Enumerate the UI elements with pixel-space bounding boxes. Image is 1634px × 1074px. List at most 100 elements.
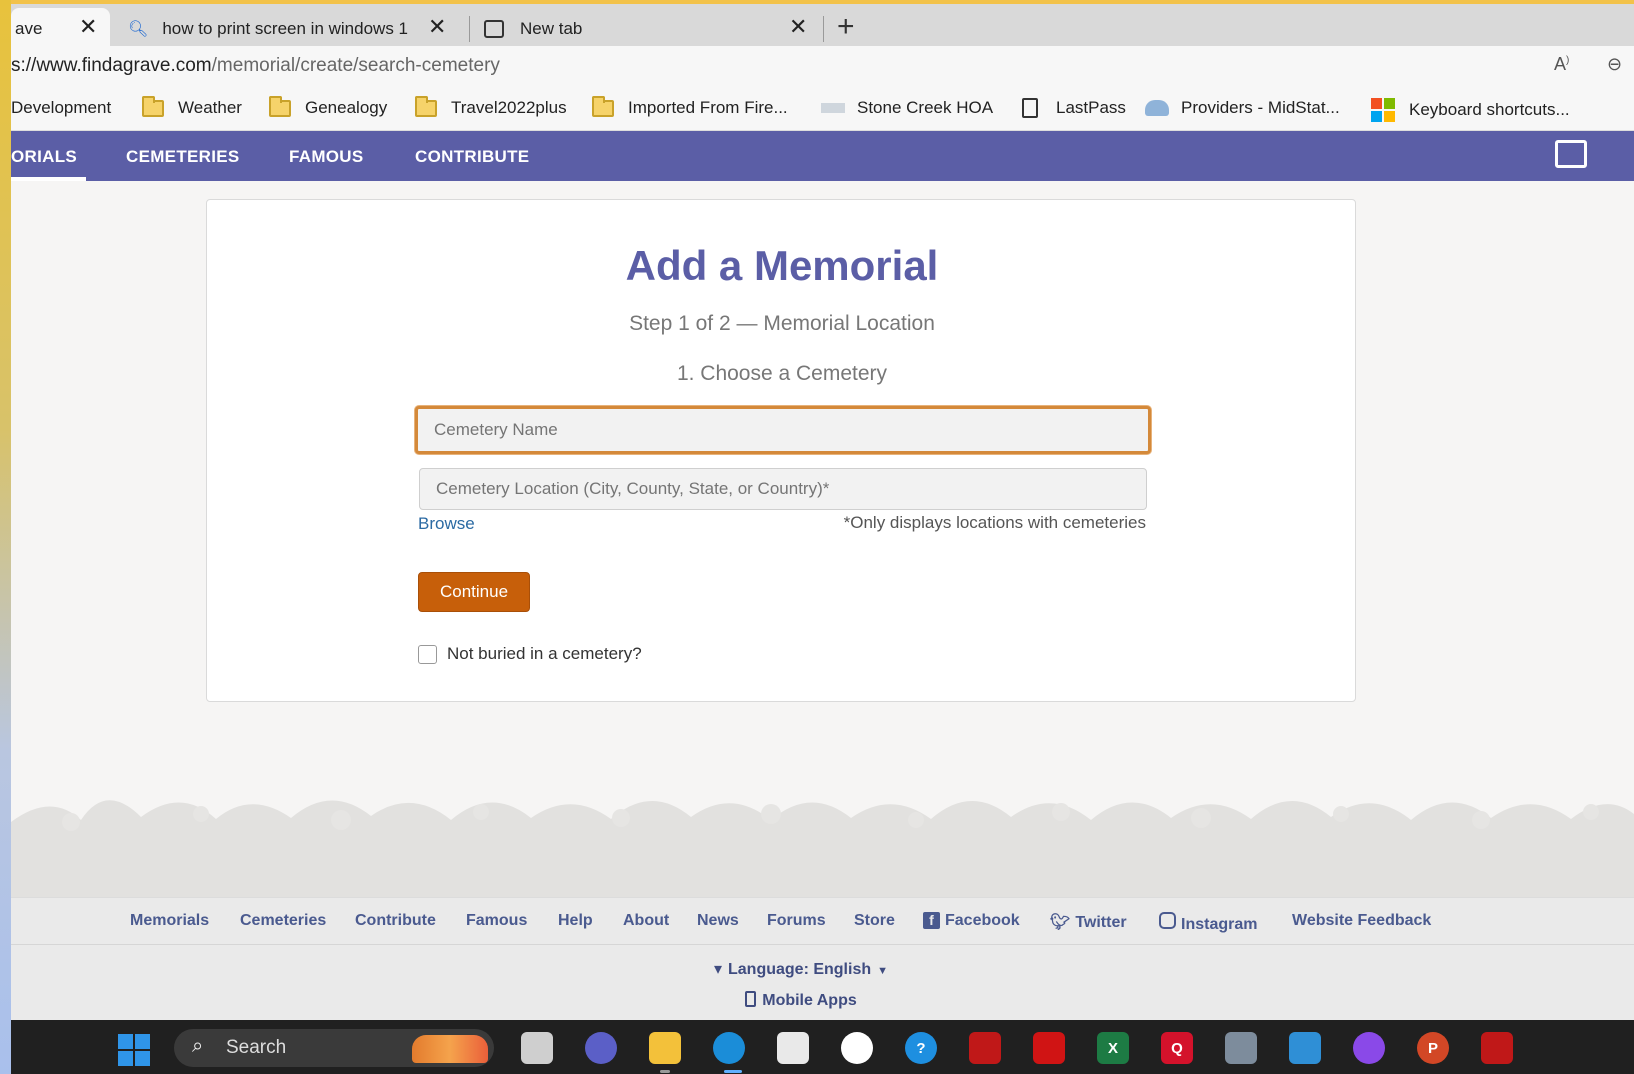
bookmark-label: Imported From Fire... [628,98,788,117]
excel-icon[interactable]: X [1097,1032,1129,1064]
bookmark-label: Stone Creek HOA [857,98,994,117]
footer-link-feedback[interactable]: Website Feedback [1292,912,1431,930]
footer-link-news[interactable]: News [697,912,739,930]
footer-link-memorials[interactable]: Memorials [130,912,209,930]
twitter-icon: 🐦︎ [1050,914,1071,931]
page-icon [1022,98,1038,118]
location-pin-icon: ▾ [713,961,722,978]
edge-browser-icon[interactable] [713,1032,745,1064]
footer-link-about[interactable]: About [623,912,669,930]
bookmark-keyboard-shortcuts[interactable]: Keyboard shortcuts... [1371,98,1570,122]
url-domain: s://www.findagrave.com [11,55,212,76]
teams-chat-icon[interactable] [585,1032,617,1064]
powerpoint-icon[interactable]: P [1417,1032,1449,1064]
url-text[interactable]: s://www.findagrave.com/memorial/create/s… [11,55,500,77]
newtab-page-icon [484,20,504,38]
cemetery-name-input[interactable] [415,406,1151,454]
bookmark-imported[interactable]: Imported From Fire... [592,95,788,118]
close-tab-icon[interactable]: ✕ [428,14,446,40]
calculator-icon[interactable] [1225,1032,1257,1064]
cemetery-location-input[interactable] [419,468,1147,510]
bookmark-label: Genealogy [305,98,388,117]
tab-search[interactable]: 🔍︎ how to print screen in windows 1 ✕ [128,8,448,50]
tab-title: ave [15,19,43,38]
mcafee-icon[interactable] [969,1032,1001,1064]
bookmark-genealogy[interactable]: Genealogy [269,95,388,118]
read-aloud-icon[interactable]: A) [1554,54,1569,75]
close-tab-icon[interactable]: ✕ [79,14,97,40]
facebook-icon: f [923,912,940,929]
url-path: /memorial/create/search-cemetery [211,55,500,76]
bookmark-label: Development [11,98,112,117]
bookmark-stone-creek[interactable]: Stone Creek HOA [821,98,993,118]
nav-famous[interactable]: FAMOUS [289,147,364,167]
footer-link-cemeteries[interactable]: Cemeteries [240,912,326,930]
new-tab-plus-icon[interactable]: + [837,10,855,44]
close-tab-icon[interactable]: ✕ [789,14,807,40]
help-icon[interactable]: ? [905,1032,937,1064]
site-favicon [1145,100,1169,116]
bookmark-lastpass[interactable]: LastPass [1022,98,1126,118]
footer-link-famous[interactable]: Famous [466,912,527,930]
desktop-edge [0,0,11,1074]
windows-start-icon[interactable] [118,1034,150,1066]
footer-link-twitter[interactable]: 🐦︎ Twitter [1050,912,1127,932]
search-icon: 🔍︎ [128,21,149,38]
nav-contribute[interactable]: CONTRIBUTE [415,147,529,167]
address-bar[interactable]: s://www.findagrave.com/memorial/create/s… [11,46,1634,86]
running-indicator [660,1070,670,1073]
zoom-out-icon[interactable]: ⊖ [1607,54,1622,75]
bookmarks-bar: Development Weather Genealogy Travel2022… [11,86,1634,131]
messenger-icon[interactable] [1353,1032,1385,1064]
tab-separator [469,16,470,42]
section-heading: 1. Choose a Cemetery [676,362,888,385]
browse-link[interactable]: Browse [418,514,475,534]
mcafee-icon[interactable] [1481,1032,1513,1064]
bookmark-label: LastPass [1056,98,1126,117]
photos-icon[interactable] [1289,1032,1321,1064]
not-buried-checkbox[interactable] [418,645,437,664]
app-icon[interactable] [841,1032,873,1064]
footer-link-contribute[interactable]: Contribute [355,912,436,930]
edit-icon[interactable] [1555,140,1587,168]
tab-title: how to print screen in windows 1 [162,19,408,38]
footer-link-label: Facebook [945,912,1020,929]
bookmark-label: Providers - MidStat... [1181,98,1340,117]
bookmark-travel[interactable]: Travel2022plus [415,95,567,118]
file-explorer-icon[interactable] [649,1032,681,1064]
browser-window: ave ✕ 🔍︎ how to print screen in windows … [11,0,1634,1074]
bookmark-label: Keyboard shortcuts... [1409,100,1570,119]
taskbar-search[interactable]: ⌕ Search [174,1029,494,1067]
footer-link-forums[interactable]: Forums [767,912,826,930]
tab-new[interactable]: New tab ✕ [484,8,814,50]
continue-button[interactable]: Continue [418,572,530,612]
mobile-apps-label: Mobile Apps [762,992,857,1009]
chevron-down-icon: ▼ [877,965,889,977]
bookmark-weather[interactable]: Weather [142,95,242,118]
quicken-icon[interactable]: Q [1161,1032,1193,1064]
task-view-icon[interactable] [521,1032,553,1064]
footer-link-help[interactable]: Help [558,912,593,930]
bookmark-providers[interactable]: Providers - MidStat... [1145,98,1340,118]
nav-cemeteries[interactable]: CEMETERIES [126,147,240,167]
tab-findagrave[interactable]: ave ✕ [11,8,110,50]
microsoft-store-icon[interactable] [777,1032,809,1064]
tab-strip: ave ✕ 🔍︎ how to print screen in windows … [11,0,1634,50]
folder-icon [269,95,291,117]
tab-separator [823,16,824,42]
language-selector[interactable]: ▾ Language: English ▼ [11,959,1591,979]
nav-memorials[interactable]: ORIALS [11,147,77,167]
page-title: Add a Memorial [625,242,939,289]
footer-link-store[interactable]: Store [854,912,895,930]
mobile-apps-link[interactable]: Mobile Apps [11,991,1591,1010]
location-note: *Only displays locations with cemeteries [843,513,1146,532]
taskbar-search-label: Search [226,1037,287,1058]
footer-link-instagram[interactable]: Instagram [1159,912,1257,934]
acrobat-icon[interactable] [1033,1032,1065,1064]
folder-icon [592,95,614,117]
bookmark-development[interactable]: Development [11,98,111,118]
not-buried-label[interactable]: Not buried in a cemetery? [447,644,642,664]
footer-link-facebook[interactable]: f Facebook [923,912,1020,930]
footer-link-label: Instagram [1181,916,1258,933]
instagram-icon [1159,912,1176,929]
